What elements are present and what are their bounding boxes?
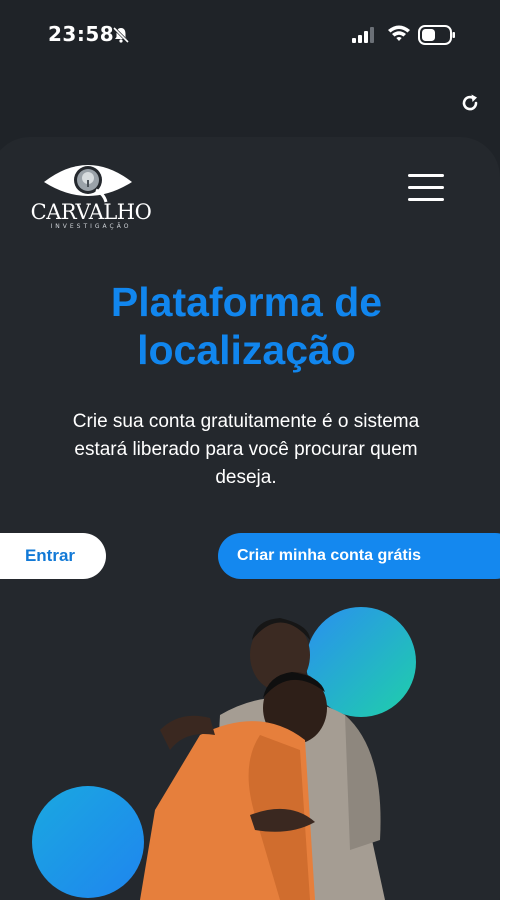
logo-subtext: INVESTIGAÇÃO: [50, 223, 132, 230]
decorative-circle-left: [32, 786, 144, 898]
login-button[interactable]: Entrar: [0, 533, 106, 579]
hamburger-menu-icon[interactable]: [408, 174, 446, 202]
reload-icon[interactable]: [459, 92, 481, 114]
status-time: 23:58: [48, 22, 115, 46]
page-title-line-2: localização: [137, 327, 356, 373]
wifi-icon: [388, 25, 410, 41]
status-bar: 23:58: [0, 0, 500, 70]
create-account-button[interactable]: Criar minha conta grátis: [218, 533, 500, 579]
page-title: Plataforma de localização: [0, 278, 493, 374]
hero-photo-people-hugging: [140, 618, 385, 900]
bell-slash-icon: [112, 26, 130, 44]
page-title-line-1: Plataforma de: [110, 279, 383, 325]
cellular-signal-icon: [352, 27, 374, 43]
battery-icon: [418, 25, 455, 45]
hero-subtitle: Crie sua conta gratuitamente é o sistema…: [72, 411, 420, 488]
logo-text: CARVALHO: [30, 200, 152, 224]
app-screen: 23:58 CARVALHO INVESTIGAÇÃO Plataforma d…: [0, 0, 500, 900]
